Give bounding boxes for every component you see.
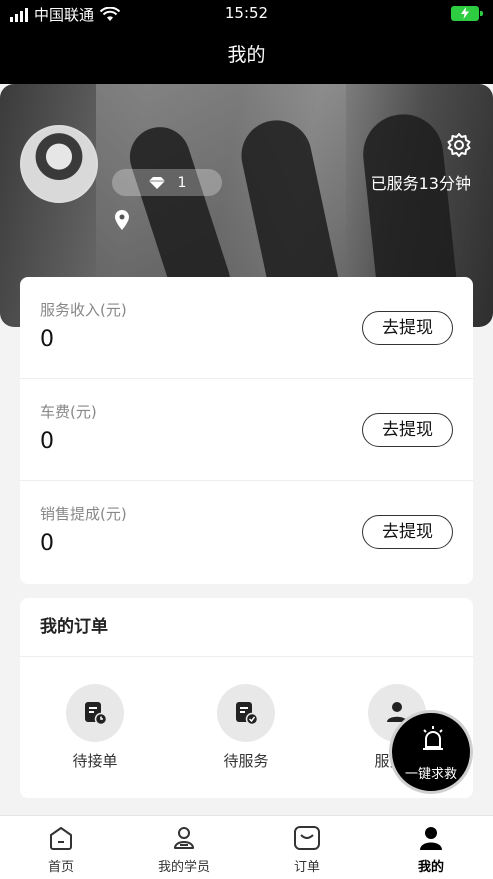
income-card: 服务收入(元) 0 去提现 车费(元) 0 去提现 销售提成(元) 0 去提现 (20, 277, 473, 584)
income-value: 0 (40, 327, 54, 352)
income-row: 服务收入(元) 0 去提现 (20, 277, 473, 379)
sos-label: 一键求救 (404, 767, 457, 782)
level-badge: 1 (112, 169, 222, 196)
clock: 15:52 (224, 4, 269, 22)
tab-bar: 首页 我的学员 订单 我的 (0, 815, 493, 879)
tab-label: 订单 (293, 860, 320, 875)
tab-label: 首页 (47, 860, 74, 875)
pending-order-icon (85, 702, 108, 726)
orders-title: 我的订单 (20, 598, 473, 657)
income-label: 车费(元) (40, 403, 97, 421)
level-count: 1 (177, 174, 187, 191)
served-duration: 已服务13分钟 (370, 174, 471, 193)
tab-home[interactable]: 首页 (16, 824, 106, 875)
tab-orders[interactable]: 订单 (262, 824, 352, 875)
status-bar: 中国联通 15:52 (0, 0, 493, 28)
location-icon[interactable] (113, 209, 131, 231)
avatar[interactable] (20, 125, 98, 203)
diamond-icon (148, 176, 165, 189)
income-value: 0 (40, 531, 54, 556)
income-value: 0 (40, 429, 54, 454)
withdraw-button[interactable]: 去提现 (362, 515, 453, 549)
students-icon (174, 827, 194, 849)
tab-mine[interactable]: 我的 (386, 824, 476, 875)
order-status-label: 待服务 (223, 752, 269, 770)
battery-icon (451, 6, 483, 21)
order-icon (294, 826, 320, 850)
withdraw-button[interactable]: 去提现 (362, 413, 453, 447)
tab-label: 我的 (417, 860, 444, 875)
order-status-pending[interactable]: 待接单 (50, 684, 140, 771)
sos-button[interactable]: 一键求救 (389, 710, 473, 794)
to-serve-icon (236, 702, 259, 726)
income-label: 服务收入(元) (40, 301, 127, 319)
withdraw-button[interactable]: 去提现 (362, 311, 453, 345)
gear-icon[interactable] (446, 132, 472, 158)
order-status-to-serve[interactable]: 待服务 (201, 684, 291, 771)
tab-label: 我的学员 (157, 860, 210, 875)
alarm-icon (423, 726, 443, 750)
order-status-label: 待接单 (72, 752, 118, 770)
income-label: 销售提成(元) (40, 505, 127, 523)
tab-my-students[interactable]: 我的学员 (139, 824, 229, 875)
home-icon (50, 827, 72, 850)
page-title: 我的 (227, 44, 266, 66)
income-row: 车费(元) 0 去提现 (20, 379, 473, 481)
person-icon (420, 827, 442, 850)
income-row: 销售提成(元) 0 去提现 (20, 481, 473, 583)
nav-bar: 我的 (0, 28, 493, 84)
